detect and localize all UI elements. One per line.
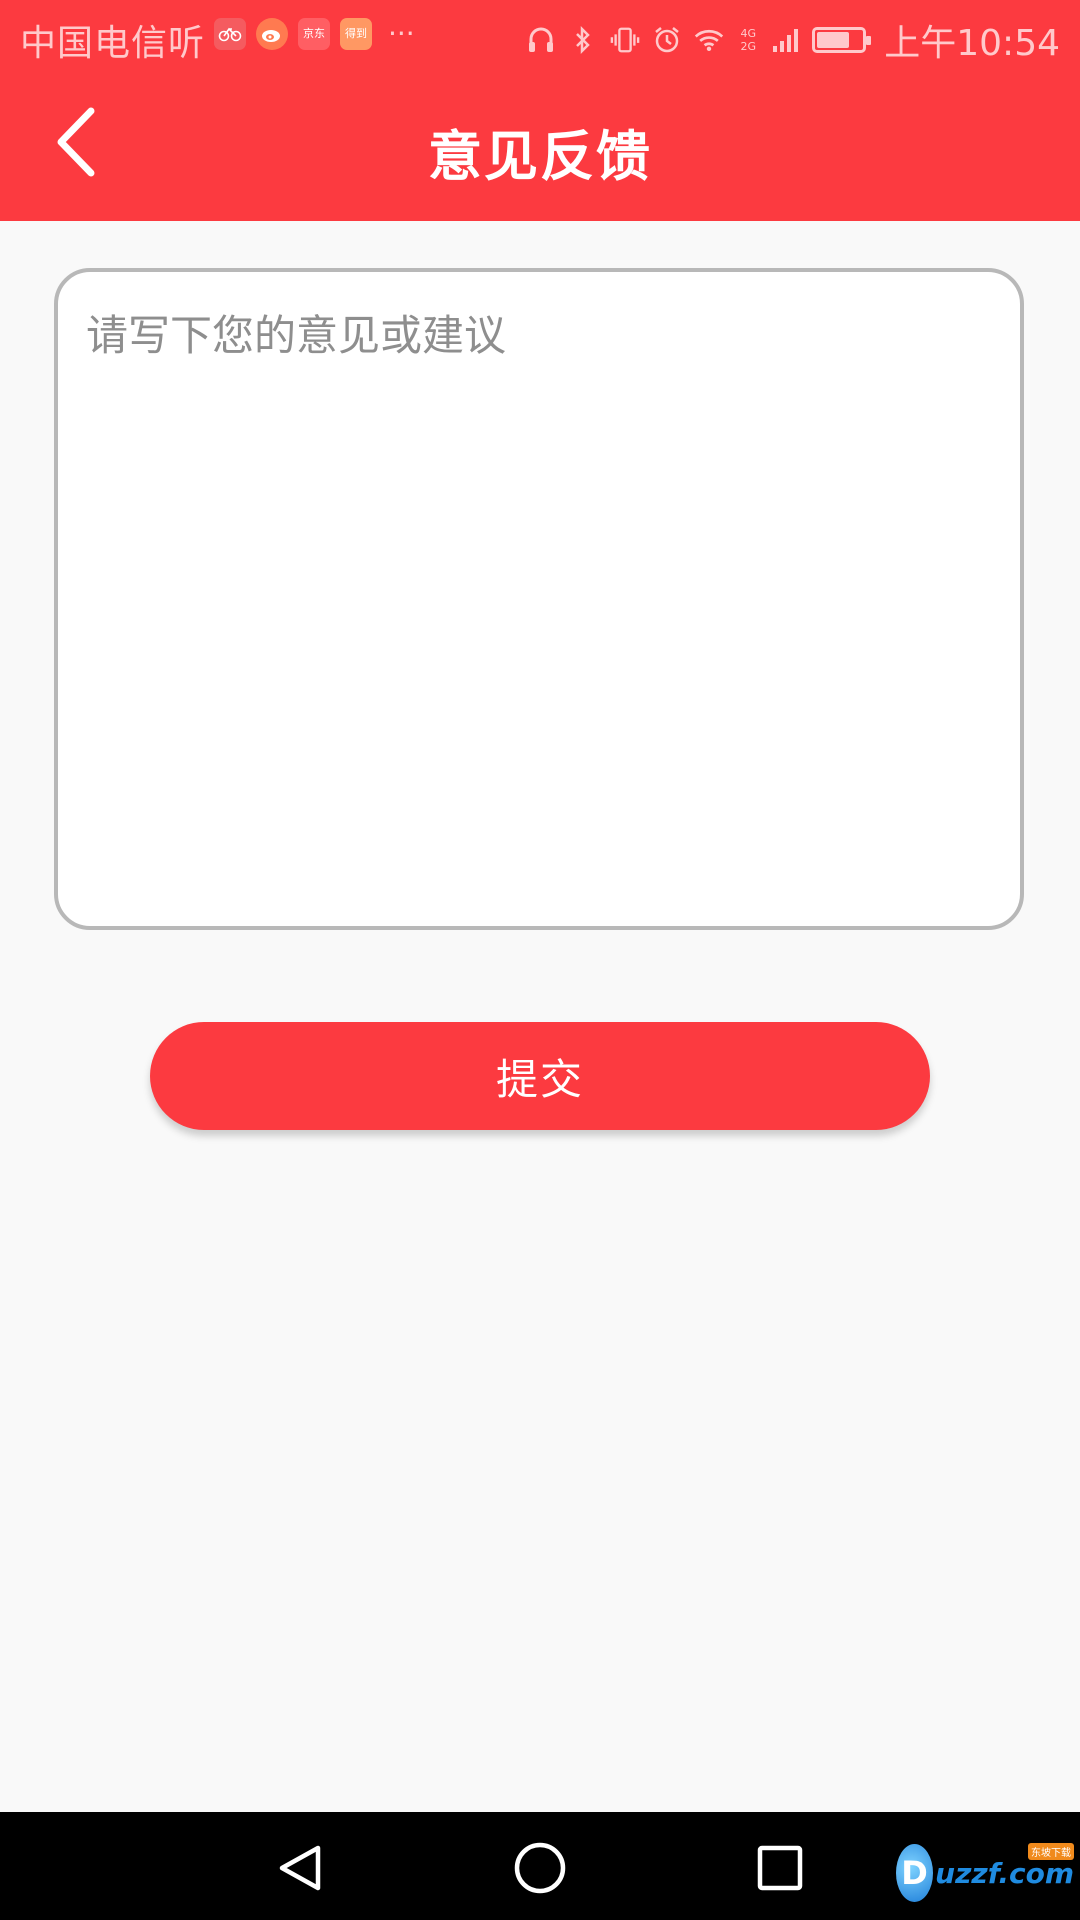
watermark-tag: 东坡下载 [1028,1842,1074,1860]
back-triangle-icon [279,1845,321,1891]
watermark-text: uzzf.com 东坡下载 [935,1842,1074,1890]
submit-button[interactable]: 提交 [150,1022,930,1130]
battery-level [817,32,850,48]
watermark-logo: D [896,1844,934,1902]
recent-square-icon [757,1845,803,1891]
status-bar: 中国电信听 京东 得到 ··· 4G 2G 上午10:54 [0,0,1080,72]
feedback-field[interactable] [54,268,1024,930]
wifi-icon [694,23,724,57]
page-title: 意见反馈 [428,125,652,188]
carrier-label: 中国电信听 [20,23,206,64]
header: 意见反馈 [0,72,1080,221]
notification-icons: 京东 得到 ··· [214,18,415,50]
nav-recent-button[interactable] [752,1840,808,1896]
vibrate-icon [610,23,640,57]
alarm-icon [652,23,682,57]
network-type-icon: 4G 2G [736,23,760,57]
more-notifications-icon: ··· [388,17,415,50]
doc-app-icon: 得到 [340,18,372,50]
jd-icon: 京东 [298,18,330,50]
network-type-bottom: 2G [740,40,757,53]
clock: 上午10:54 [884,23,1060,64]
weibo-icon [256,18,288,50]
app-screen: 中国电信听 京东 得到 ··· 4G 2G 上午10:54 意见反馈 请写下您的… [0,0,1080,1920]
feedback-input[interactable] [58,272,1020,926]
home-circle-icon [514,1842,566,1894]
system-icons: 4G 2G 上午10:54 [526,14,1060,66]
signal-icon [772,23,800,57]
nav-back-button[interactable] [272,1840,328,1896]
top-bar: 中国电信听 京东 得到 ··· 4G 2G 上午10:54 意见反馈 [0,0,1080,221]
bluetooth-icon [568,23,598,57]
site-watermark: D uzzf.com 东坡下载 [896,1838,1074,1908]
watermark-domain: uzzf.com [935,1856,1074,1890]
network-type-top: 4G [740,27,757,40]
battery-icon [812,27,872,53]
headphones-icon [526,23,556,57]
bike-app-icon [214,18,246,50]
nav-home-button[interactable] [512,1840,568,1896]
